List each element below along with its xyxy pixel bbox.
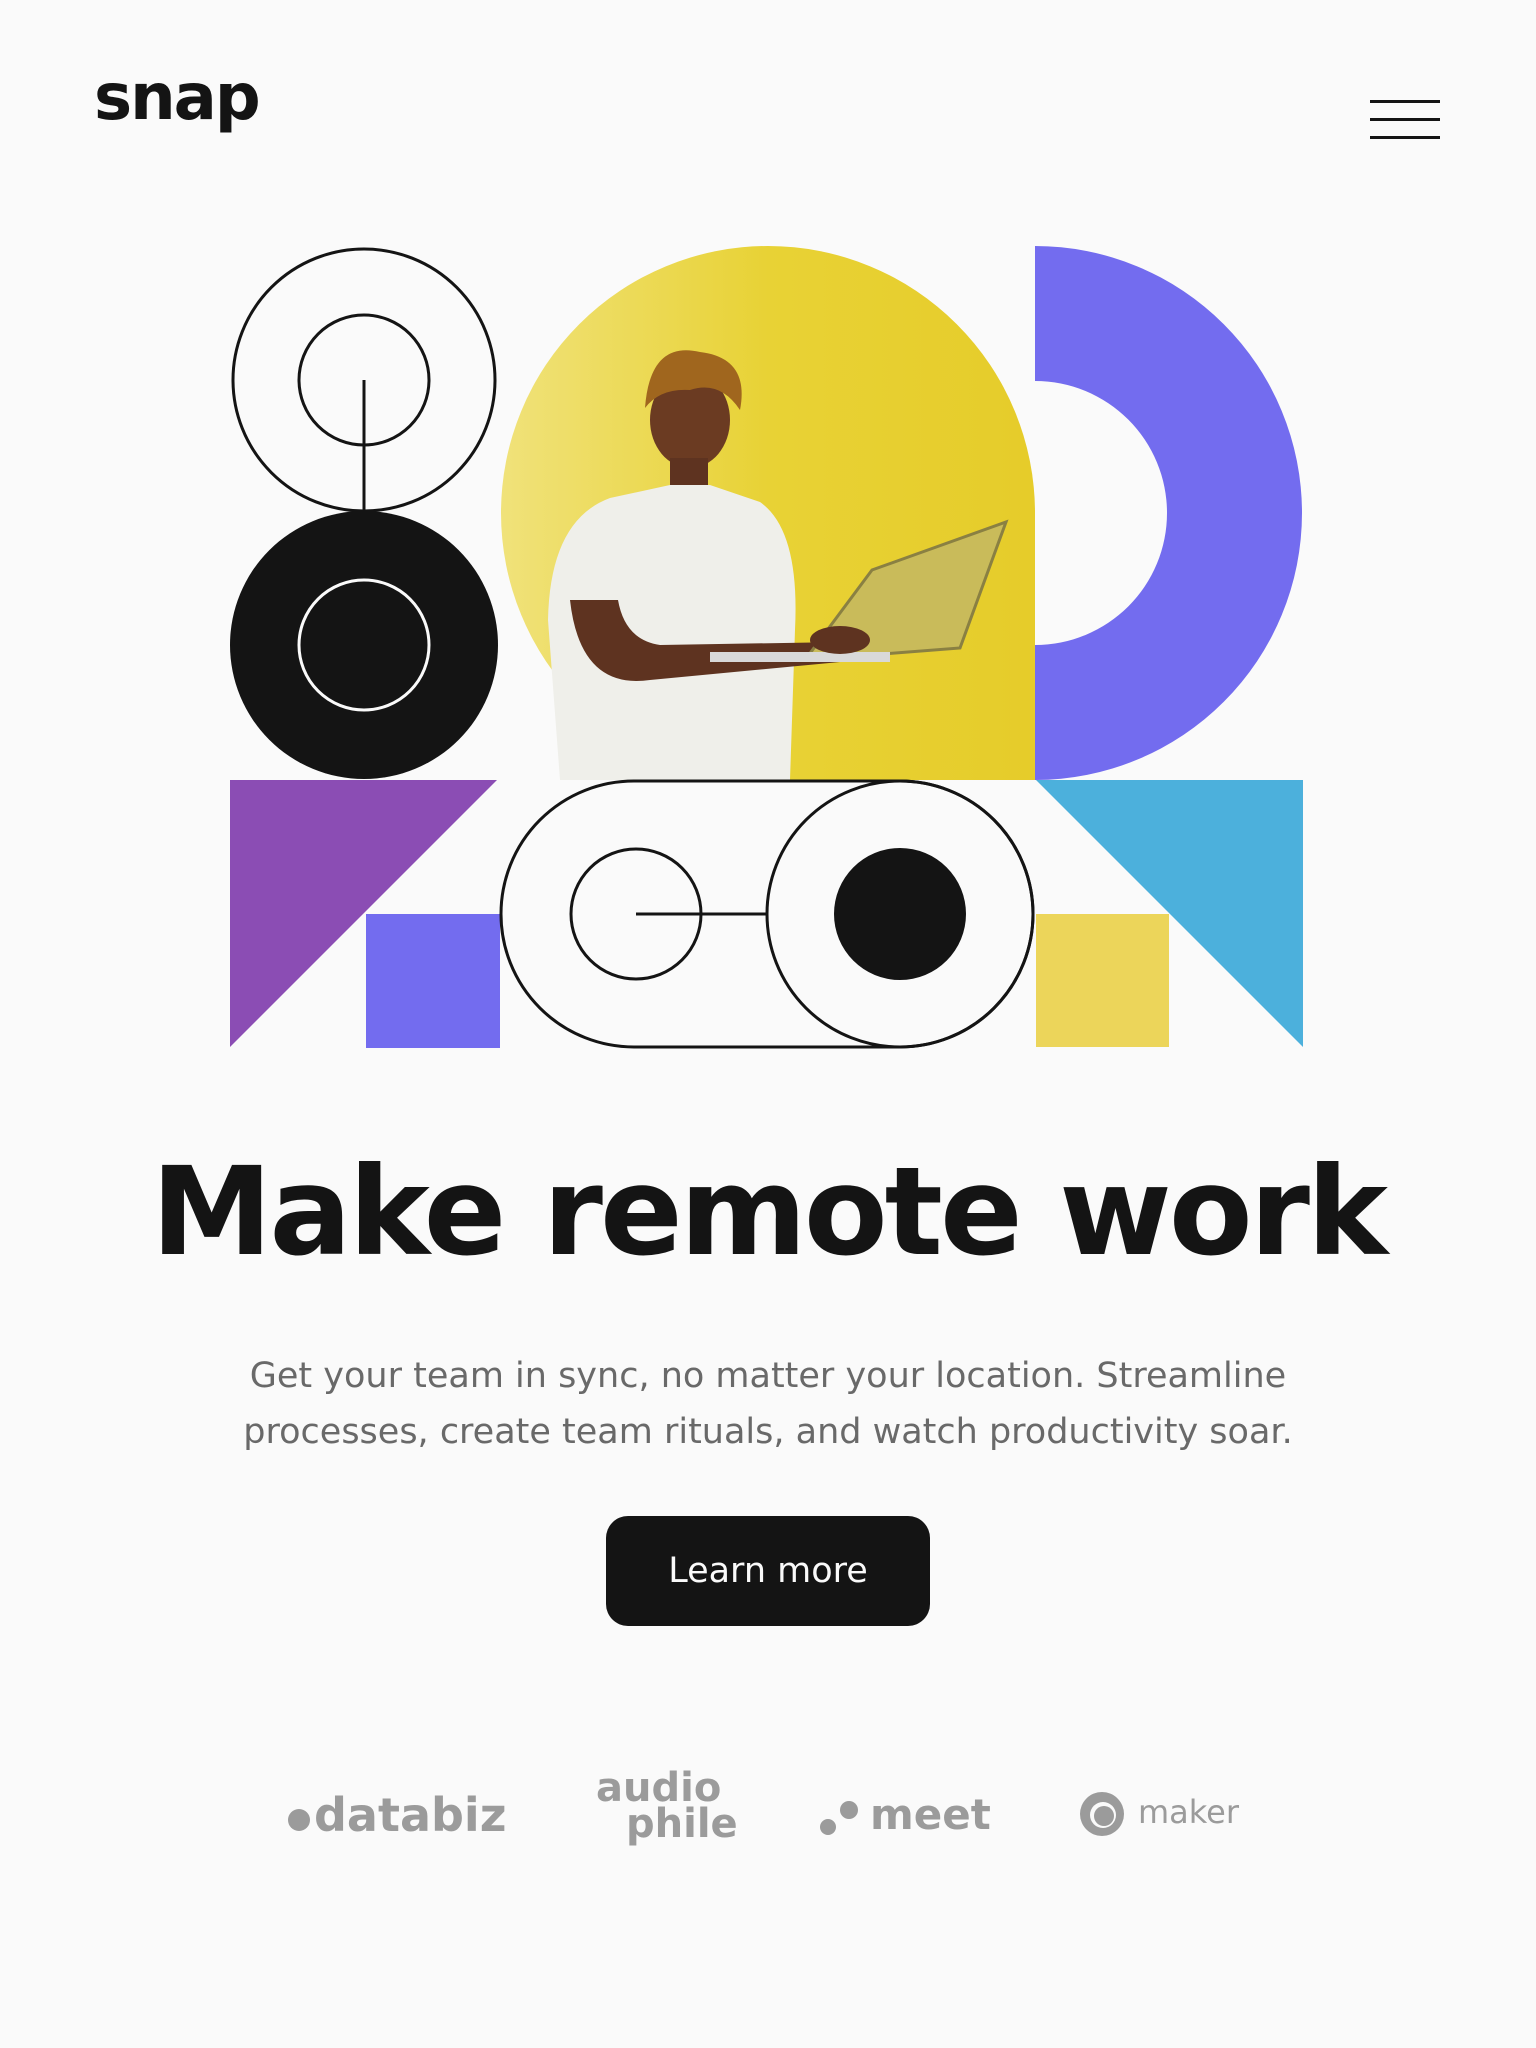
circle-outline-shape bbox=[231, 247, 497, 513]
maker-wordmark: maker bbox=[1138, 1793, 1240, 1831]
black-circle-shape bbox=[230, 511, 498, 779]
client-logos: databiz audio phile meet maker bbox=[0, 1768, 1536, 1890]
menu-line-middle bbox=[1370, 118, 1440, 121]
meet-dot-large-icon bbox=[840, 1801, 858, 1819]
brand-logo[interactable]: snap bbox=[94, 66, 261, 130]
pill-shape bbox=[499, 779, 1035, 1049]
meet-wordmark: meet bbox=[870, 1790, 991, 1839]
client-logo-databiz: databiz bbox=[288, 1788, 506, 1842]
menu-line-bottom bbox=[1370, 136, 1440, 139]
databiz-dot-icon bbox=[288, 1809, 310, 1831]
yellow-square-shape bbox=[1036, 914, 1169, 1047]
menu-line-top bbox=[1370, 100, 1440, 103]
hero-illustration bbox=[230, 246, 1303, 1049]
client-logo-meet: meet bbox=[820, 1790, 991, 1839]
purple-halfdonut-shape bbox=[1035, 246, 1302, 780]
hamburger-menu-icon[interactable] bbox=[1370, 96, 1440, 146]
hero-subtext: Get your team in sync, no matter your lo… bbox=[243, 1356, 1293, 1452]
meet-dot-small-icon bbox=[820, 1819, 836, 1835]
landing-page: snap Make remote work Get your team in s… bbox=[0, 0, 1536, 2048]
learn-more-button[interactable]: Learn more bbox=[606, 1516, 930, 1626]
hero-headline: Make remote work bbox=[150, 1141, 1388, 1283]
client-logo-audiophile: audio phile bbox=[596, 1768, 738, 1847]
databiz-wordmark: databiz bbox=[314, 1788, 507, 1842]
hero-photo bbox=[501, 246, 1035, 780]
client-logo-maker: maker bbox=[1080, 1792, 1239, 1836]
maker-circle-icon bbox=[1080, 1792, 1124, 1836]
blue-square-shape bbox=[366, 914, 500, 1048]
audiophile-wordmark-bottom: phile bbox=[626, 1801, 738, 1847]
